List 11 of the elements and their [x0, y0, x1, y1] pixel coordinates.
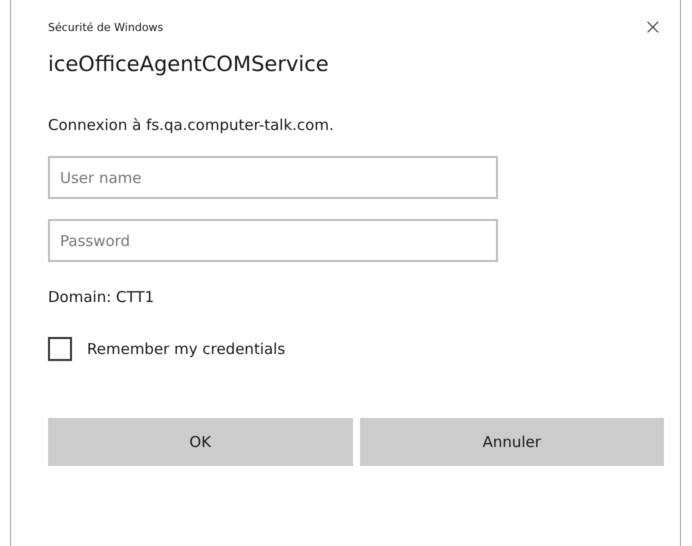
checkbox[interactable] [48, 337, 72, 361]
dialog-heading: iceOfficeAgentCOMService [48, 52, 330, 76]
window-title: Sécurité de Windows [48, 20, 164, 34]
input-field[interactable]: User name [48, 156, 498, 199]
connection-message: Connexion à fs.qa.computer-talk.com. [48, 116, 335, 134]
cancel-button[interactable]: Annuler [360, 418, 664, 466]
domain-label: Domain: CTT1 [48, 288, 156, 306]
ok-button[interactable]: OK [48, 418, 352, 466]
input-field[interactable]: Password [48, 219, 498, 262]
checkbox-label[interactable]: Remember my credentials [87, 340, 286, 358]
close-button[interactable]: × [642, 14, 664, 40]
